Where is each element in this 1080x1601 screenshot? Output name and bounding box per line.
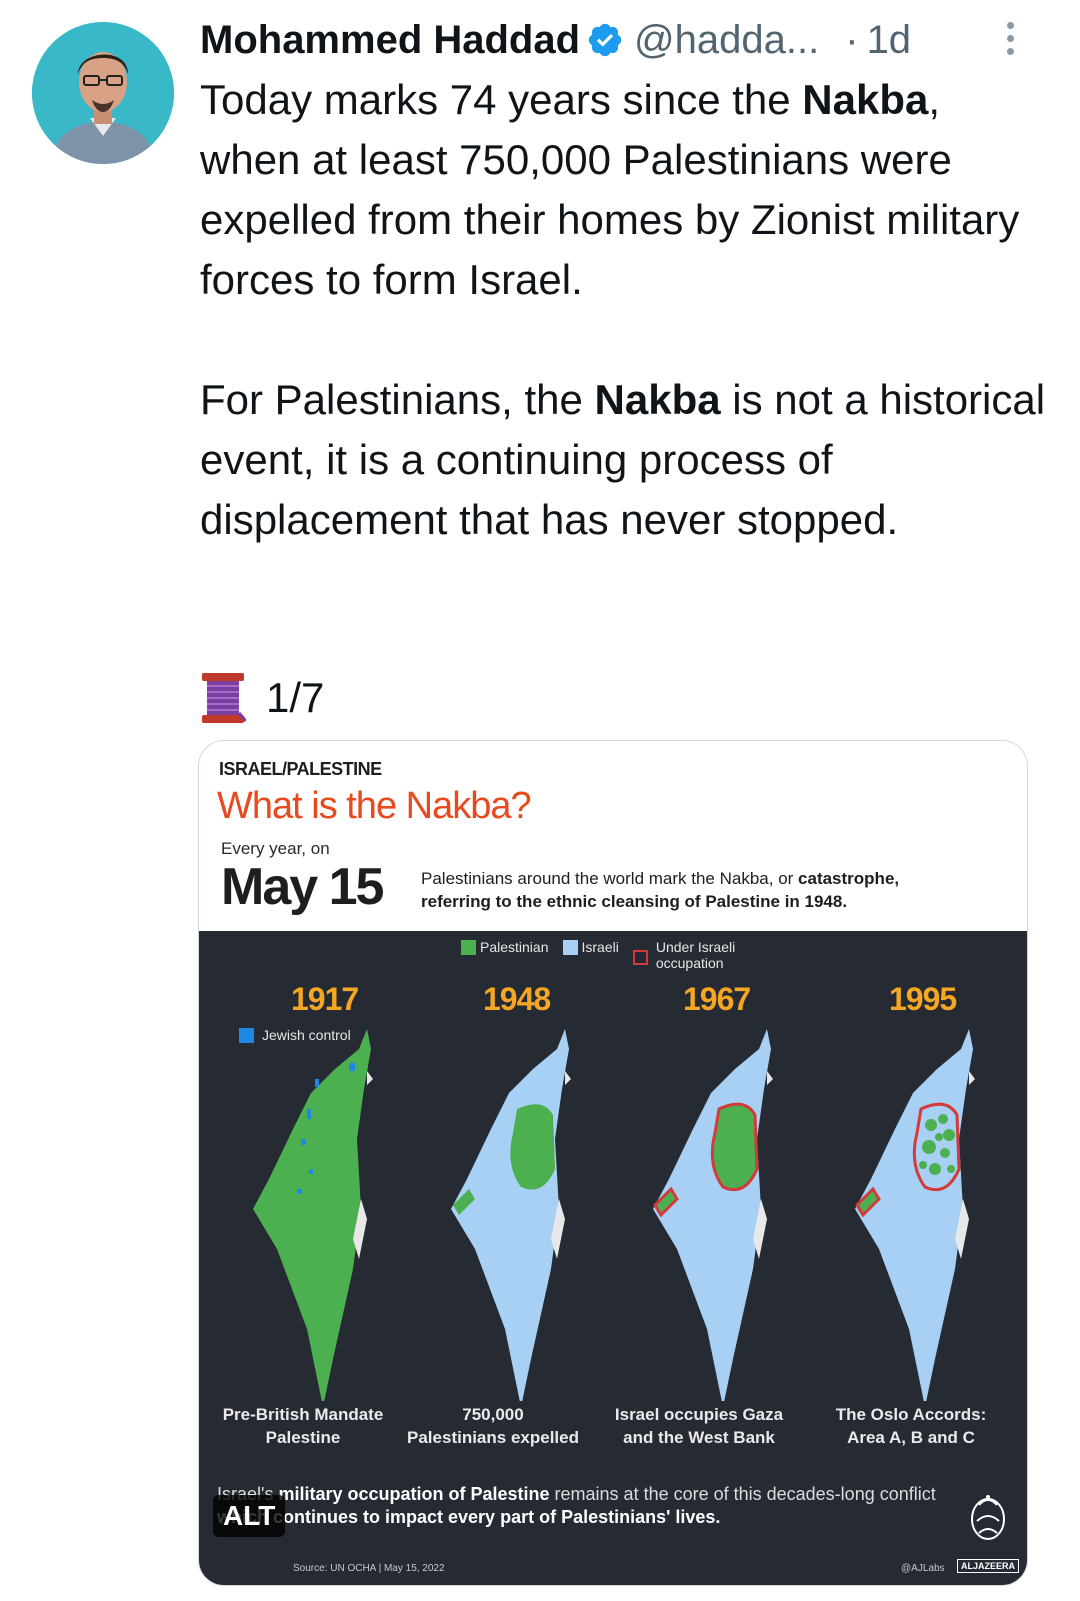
map-1995 (855, 1029, 975, 1401)
caption-1995: The Oslo Accords: Area A, B and C (811, 1403, 1011, 1449)
caption-line: Israel occupies Gaza (614, 1405, 784, 1424)
infographic-kicker: ISRAEL/PALESTINE (219, 759, 382, 779)
tweet-paragraph-1: Today marks 74 years since the Nakba, wh… (200, 70, 1050, 310)
map-1967 (653, 1029, 773, 1401)
tweet-body: Today marks 74 years since the Nakba, wh… (200, 70, 1050, 550)
legend-label: Israeli (581, 939, 619, 955)
aljazeera-logo-icon (971, 1495, 1005, 1540)
year-1948: 1948 (483, 981, 551, 1017)
caption-line: 750,000 (462, 1405, 524, 1424)
infographic-map-panel: Palestinian Israeli Under Israeli occupat… (199, 931, 1027, 1585)
tweet-paragraph-2: For Palestinians, the Nakba is not a his… (200, 370, 1050, 550)
verified-badge-icon (588, 23, 622, 57)
bold-term: Nakba (594, 376, 721, 423)
year-1967: 1967 (683, 981, 751, 1017)
bold-term: catastrophe, (798, 869, 900, 888)
more-options-icon[interactable] (1000, 16, 1020, 60)
infographic-footer-text: Israel's military occupation of Palestin… (217, 1483, 977, 1529)
caption-line: Pre-British Mandate (222, 1405, 384, 1424)
legend-palestinian: Palestinian (461, 939, 549, 955)
infographic-every-year: Every year, on (221, 839, 330, 858)
legend-label: Palestinian (480, 939, 549, 955)
legend-israeli: Israeli (562, 939, 619, 955)
caption-line: Area A, B and C (847, 1428, 975, 1447)
tweet-header: Mohammed Haddad @hadda... · 1d (200, 14, 911, 66)
bold-term: Nakba (802, 76, 929, 123)
map-1917 (253, 1029, 373, 1401)
text-span: Palestinians around the world mark the N… (421, 869, 799, 888)
infographic-credit: @AJLabs (901, 1563, 945, 1574)
text-span: For Palestinians, the (200, 376, 595, 423)
text-span: Today marks 74 years since the (200, 76, 803, 123)
bold-term: military occupation of Palestine (278, 1484, 550, 1504)
year-1917: 1917 (291, 981, 359, 1017)
caption-line: Palestinians expelled (407, 1428, 579, 1447)
text-span: remains at the core of this decades-long… (549, 1484, 936, 1504)
infographic-date: May 15 (221, 858, 384, 916)
infographic-title: What is the Nakba? (217, 785, 532, 827)
legend-label: Under Israeli (655, 939, 736, 955)
tweet-timestamp[interactable]: 1d (867, 18, 912, 63)
legend-occupation: Under Israeli occupation (632, 939, 736, 971)
spool-of-thread-icon (202, 673, 246, 723)
aljazeera-wordmark: ALJAZEERA (957, 1559, 1020, 1573)
tweet-image[interactable]: ISRAEL/PALESTINE What is the Nakba? Ever… (198, 740, 1028, 1586)
bold-term: referring to the ethnic cleansing of Pal… (421, 892, 848, 911)
caption-1917: Pre-British Mandate Palestine (203, 1403, 403, 1449)
thread-count: 1/7 (266, 674, 325, 721)
infographic-subtitle: Palestinians around the world mark the N… (421, 867, 1011, 913)
year-1995: 1995 (889, 981, 957, 1017)
legend-label: occupation (655, 955, 724, 971)
caption-1948: 750,000 Palestinians expelled (393, 1403, 593, 1449)
caption-line: The Oslo Accords: (835, 1405, 987, 1424)
caption-line: Palestine (265, 1428, 341, 1447)
bold-term: which continues to impact every part of … (217, 1507, 721, 1527)
infographic-source: Source: UN OCHA | May 15, 2022 (293, 1563, 445, 1574)
caption-1967: Israel occupies Gaza and the West Bank (599, 1403, 799, 1449)
avatar[interactable] (32, 22, 174, 164)
map-1948 (451, 1029, 571, 1401)
thread-marker: 1/7 (200, 668, 324, 728)
alt-text-badge[interactable]: ALT (213, 1495, 286, 1537)
map-legend: Palestinian Israeli Under Israeli occupat… (461, 939, 749, 971)
palestine-maps (253, 1029, 975, 1401)
author-handle[interactable]: @hadda... (634, 18, 819, 63)
infographic-header: ISRAEL/PALESTINE What is the Nakba? Ever… (199, 741, 1027, 931)
header-separator: · (845, 17, 859, 62)
author-name[interactable]: Mohammed Haddad (200, 18, 580, 63)
caption-line: and the West Bank (623, 1428, 775, 1447)
